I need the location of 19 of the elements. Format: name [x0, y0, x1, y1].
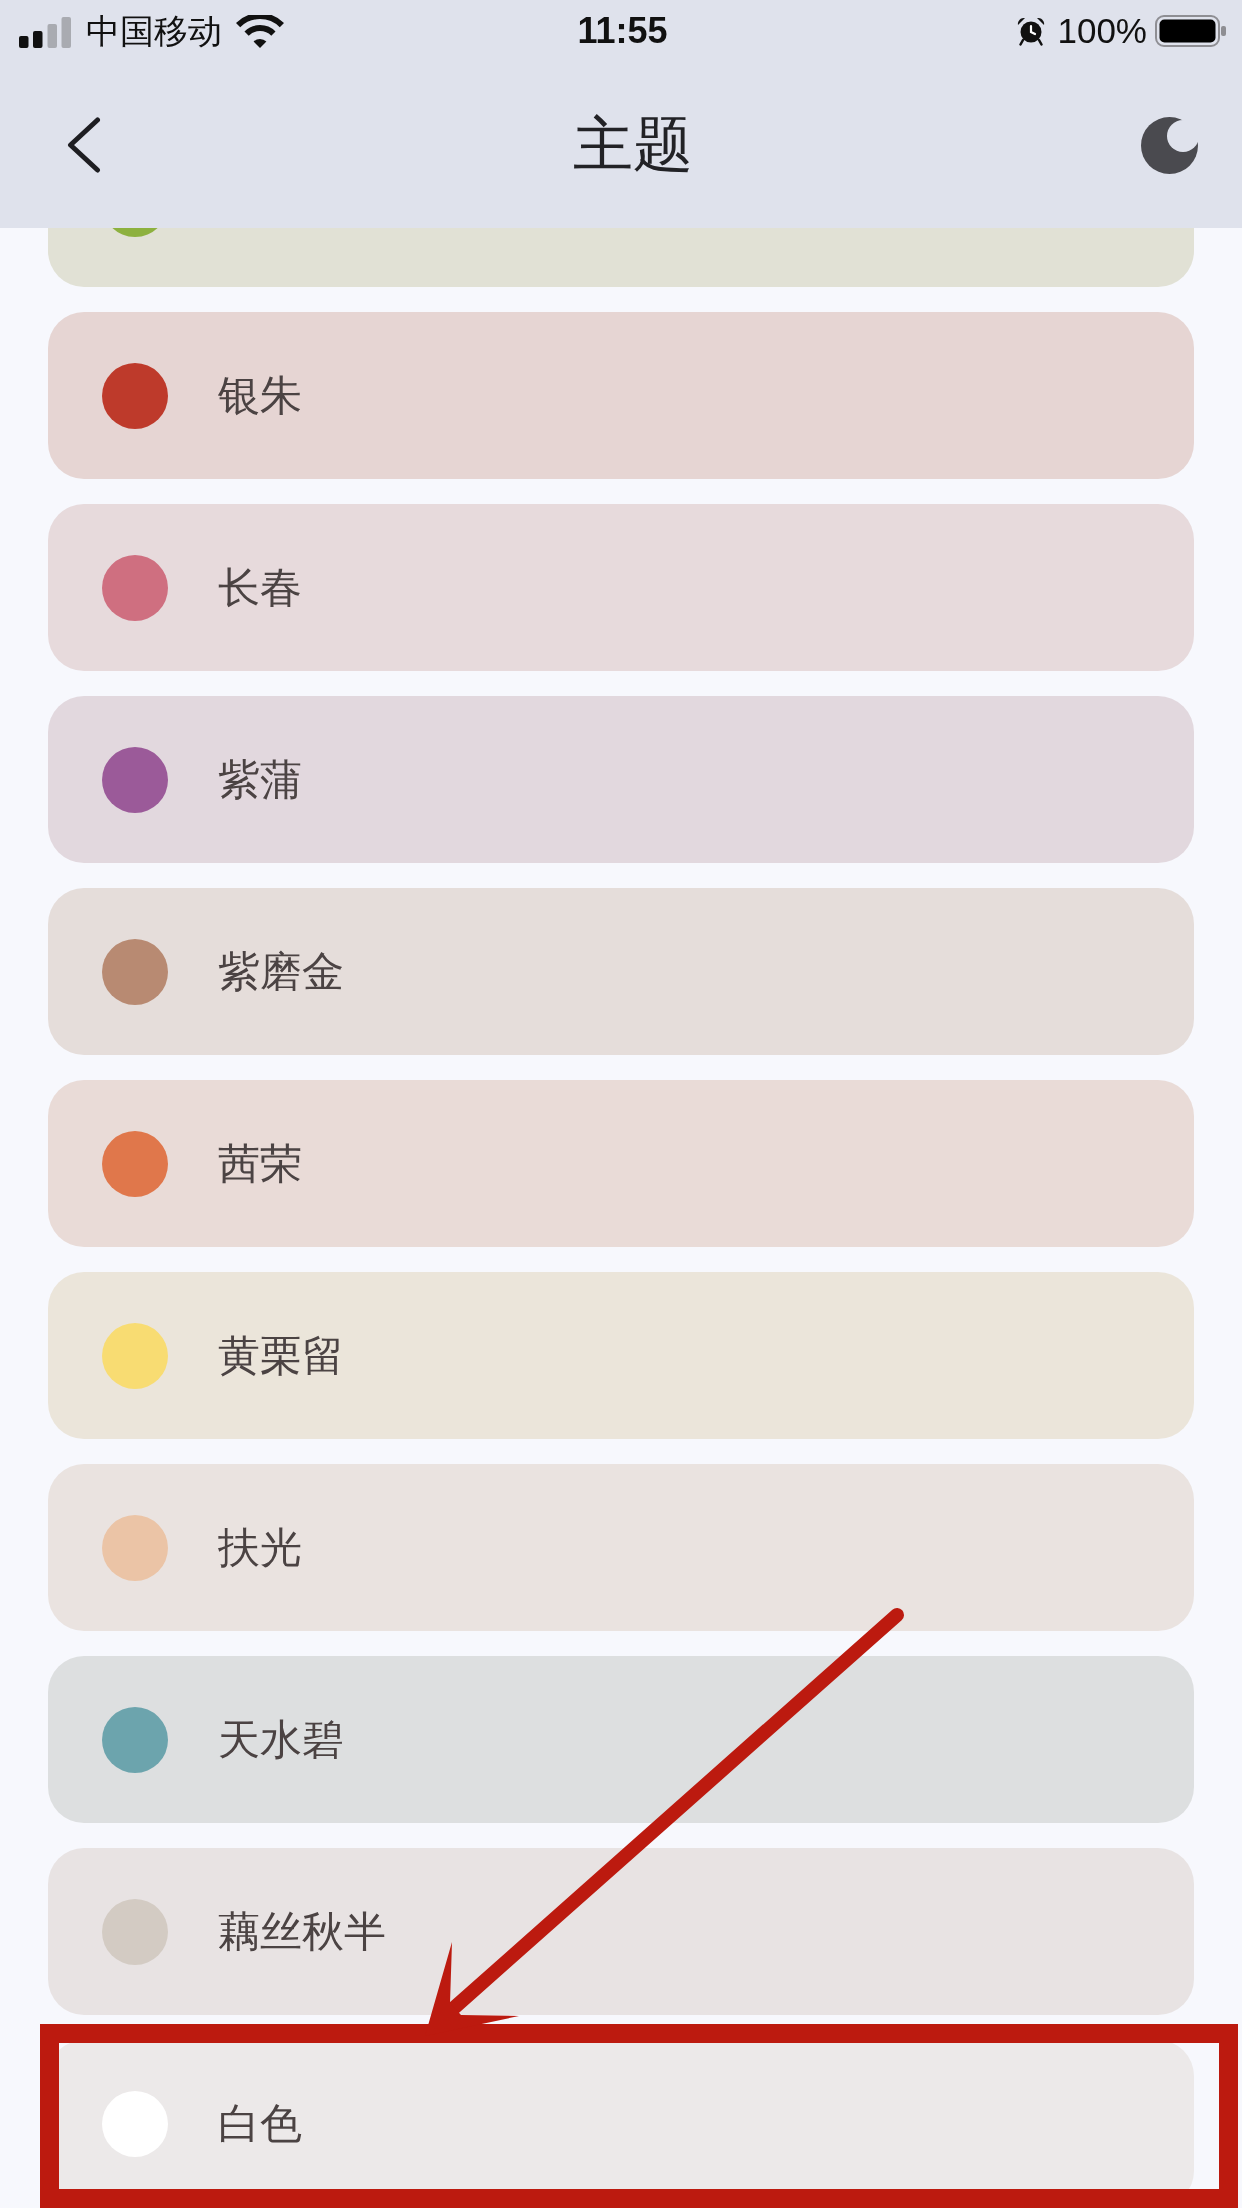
- theme-option[interactable]: 扶光: [48, 1464, 1194, 1631]
- battery-icon: [1155, 15, 1226, 47]
- battery-percentage: 100%: [1057, 11, 1147, 51]
- alarm-clock-icon: [1017, 16, 1046, 46]
- theme-option[interactable]: 长春: [48, 504, 1194, 671]
- status-time: 11:55: [577, 11, 668, 51]
- wifi-icon: [236, 14, 284, 48]
- carrier-name: 中国移动: [86, 11, 222, 51]
- signal-icon: [19, 16, 71, 48]
- moon-icon[interactable]: [1141, 116, 1198, 174]
- page-title: 主题: [572, 110, 693, 180]
- theme-option[interactable]: 天水碧: [48, 1656, 1194, 1823]
- theme-option[interactable]: 茜荣: [48, 1080, 1194, 1247]
- theme-option[interactable]: 黄栗留: [48, 1272, 1194, 1439]
- back-icon[interactable]: [67, 117, 101, 173]
- theme-option[interactable]: 藕丝秋半: [48, 1848, 1194, 2015]
- theme-option[interactable]: 银朱: [48, 312, 1194, 479]
- theme-option[interactable]: 紫磨金: [48, 888, 1194, 1055]
- theme-option[interactable]: 紫蒲: [48, 696, 1194, 863]
